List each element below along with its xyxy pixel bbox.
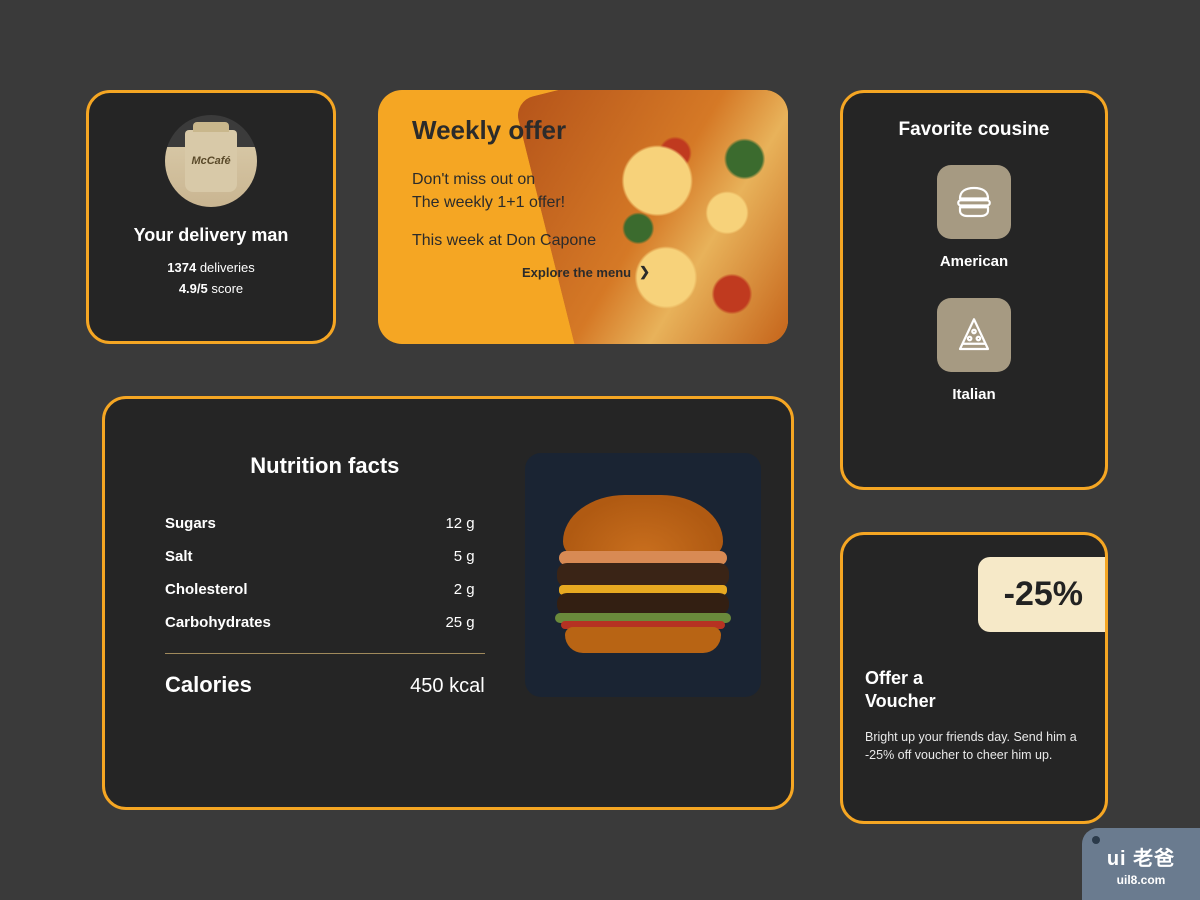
watermark: ui 老爸 uil8.com	[1082, 828, 1200, 900]
nutrition-row: Sugars 12 g	[165, 507, 485, 540]
voucher-card[interactable]: -25% Offer a Voucher Bright up your frie…	[840, 532, 1108, 824]
delivery-title: Your delivery man	[134, 225, 289, 246]
offer-title: Weekly offer	[412, 116, 672, 146]
delivery-bag-icon: McCafé	[185, 130, 237, 192]
cuisine-title: Favorite cousine	[899, 119, 1050, 141]
divider	[165, 653, 485, 654]
explore-menu-label: Explore the menu	[522, 265, 631, 280]
nutrition-card: Nutrition facts Sugars 12 g Salt 5 g Cho…	[102, 396, 794, 810]
delivery-score: 4.9/5 score	[179, 281, 243, 296]
voucher-title: Offer a Voucher	[865, 667, 1083, 714]
cuisine-label: American	[940, 253, 1008, 270]
cuisine-item-american[interactable]: American	[937, 165, 1011, 270]
pizza-slice-icon	[937, 298, 1011, 372]
calories-row: Calories 450 kcal	[165, 672, 485, 698]
burger-image	[525, 453, 761, 697]
offer-description: Don't miss out on The weekly 1+1 offer!	[412, 168, 672, 214]
burger-icon	[937, 165, 1011, 239]
delivery-count: 1374 deliveries	[167, 260, 254, 275]
delivery-avatar: McCafé	[165, 115, 257, 207]
watermark-bottom: uil8.com	[1117, 873, 1166, 887]
nutrition-row: Salt 5 g	[165, 540, 485, 573]
voucher-badge: -25%	[978, 557, 1108, 632]
offer-week: This week at Don Capone	[412, 232, 672, 250]
voucher-description: Bright up your friends day. Send him a -…	[865, 728, 1083, 764]
chevron-right-icon: ❯	[639, 264, 650, 280]
nutrition-row: Cholesterol 2 g	[165, 573, 485, 606]
cuisine-item-italian[interactable]: Italian	[937, 298, 1011, 403]
watermark-top: ui 老爸	[1107, 842, 1175, 871]
nutrition-row: Carbohydrates 25 g	[165, 606, 485, 639]
delivery-man-card: McCafé Your delivery man 1374 deliveries…	[86, 90, 336, 344]
bag-label: McCafé	[191, 155, 230, 167]
cuisine-label: Italian	[952, 386, 995, 403]
explore-menu-button[interactable]: Explore the menu ❯	[522, 264, 650, 280]
favorite-cuisine-card: Favorite cousine American	[840, 90, 1108, 490]
weekly-offer-card: Weekly offer Don't miss out on The weekl…	[378, 90, 788, 344]
nutrition-title: Nutrition facts	[165, 453, 485, 479]
